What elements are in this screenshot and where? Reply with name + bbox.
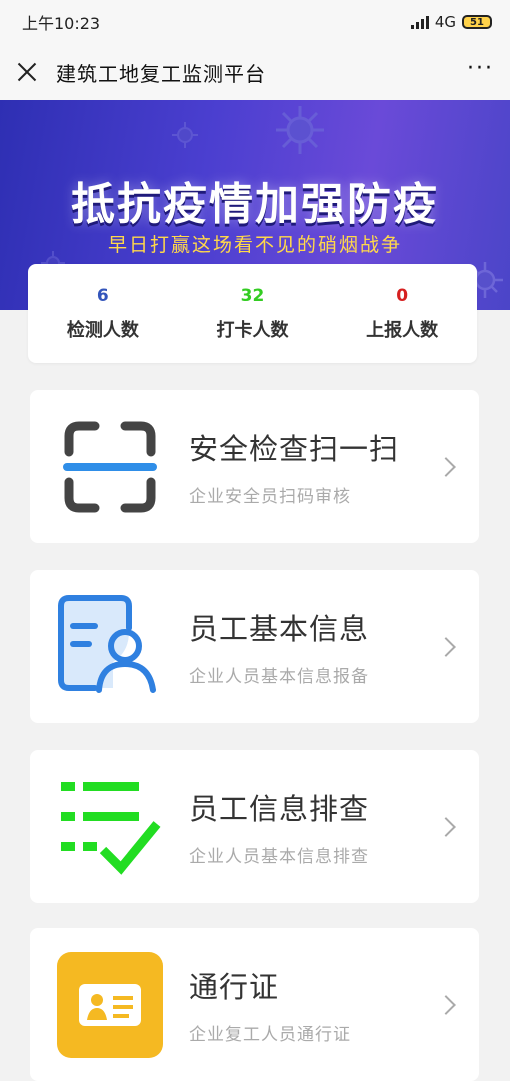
stat-value: 6: [96, 285, 109, 306]
close-icon[interactable]: [16, 61, 38, 83]
stat-checked-in[interactable]: 32 打卡人数: [192, 286, 312, 342]
stat-label: 打卡人数: [216, 319, 289, 341]
card-subtitle: 企业人员基本信息排查: [189, 847, 369, 867]
pass-card-icon: [57, 951, 163, 1058]
page-title: 建筑工地复工监测平台: [56, 61, 266, 86]
battery-icon: 51: [462, 15, 492, 29]
stat-value: 0: [396, 285, 409, 306]
card-title: 安全检查扫一扫: [189, 432, 400, 466]
menu-card-employee-info[interactable]: 员工基本信息 企业人员基本信息报备: [30, 570, 479, 723]
chevron-right-icon: [436, 456, 456, 477]
banner-title: 抵抗疫情加强防疫: [71, 179, 439, 230]
more-options-button[interactable]: ···: [467, 56, 494, 89]
status-indicators: 4G 51: [410, 13, 492, 31]
signal-icon: [410, 15, 429, 29]
card-subtitle: 企业人员基本信息报备: [189, 667, 369, 687]
network-type: 4G: [434, 13, 456, 31]
status-bar: 上午10:23 4G 51: [0, 0, 510, 44]
chevron-right-icon: [436, 636, 456, 657]
card-subtitle: 企业安全员扫码审核: [189, 487, 351, 507]
stat-label: 上报人数: [366, 319, 439, 341]
stat-reported[interactable]: 0 上报人数: [342, 286, 462, 342]
virus-decoration-icon: [172, 122, 198, 148]
menu-card-safety-scan[interactable]: 安全检查扫一扫 企业安全员扫码审核: [30, 390, 479, 543]
stats-card: 6 检测人数 32 打卡人数 0 上报人数: [28, 264, 477, 363]
virus-decoration-icon: [276, 106, 324, 154]
status-time: 上午10:23: [22, 14, 101, 33]
chevron-right-icon: [436, 816, 456, 837]
employee-info-icon: [58, 594, 156, 693]
card-title: 员工基本信息: [189, 612, 370, 646]
battery-level: 51: [470, 16, 484, 28]
stat-value: 32: [240, 285, 265, 306]
banner-subtitle: 早日打赢这场看不见的硝烟战争: [107, 234, 402, 256]
menu-card-employee-screening[interactable]: 员工信息排查 企业人员基本信息排查: [30, 750, 479, 903]
checklist-icon: [61, 781, 161, 875]
card-subtitle: 企业复工人员通行证: [189, 1025, 351, 1045]
chevron-right-icon: [436, 994, 456, 1015]
nav-bar: 建筑工地复工监测平台 ···: [0, 44, 510, 100]
scan-icon: [63, 421, 157, 512]
card-title: 员工信息排查: [189, 792, 370, 826]
menu-card-pass[interactable]: 通行证 企业复工人员通行证: [30, 928, 479, 1081]
card-title: 通行证: [189, 970, 280, 1004]
stat-label: 检测人数: [66, 319, 139, 341]
stat-detected[interactable]: 6 检测人数: [43, 286, 163, 342]
